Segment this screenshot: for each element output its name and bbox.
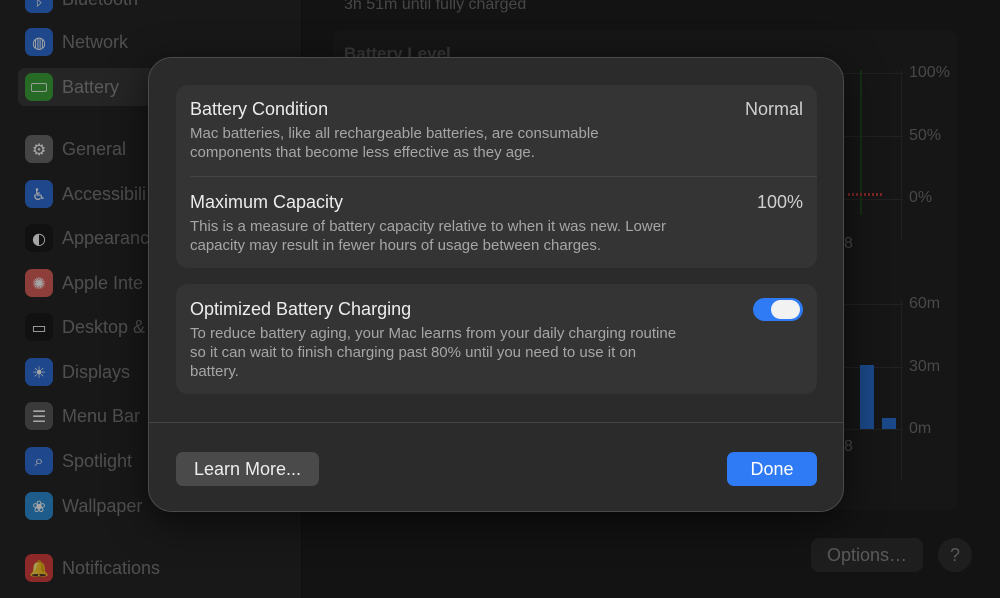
battery-condition-desc-line2: components that become less effective as… <box>190 144 535 161</box>
battery-health-group: Battery Condition Normal Mac batteries, … <box>176 85 817 268</box>
learn-more-button[interactable]: Learn More... <box>176 452 319 486</box>
optimized-charging-toggle[interactable] <box>753 298 803 321</box>
optimized-charging-desc-line3: battery. <box>190 363 239 380</box>
battery-health-sheet: Battery Condition Normal Mac batteries, … <box>148 57 844 512</box>
group-divider <box>190 176 817 177</box>
optimized-charging-title: Optimized Battery Charging <box>190 299 412 319</box>
done-button[interactable]: Done <box>727 452 817 486</box>
maximum-capacity-desc-line1: This is a measure of battery capacity re… <box>190 218 667 235</box>
battery-condition-title: Battery Condition <box>190 99 329 119</box>
sheet-footer-divider <box>149 422 843 423</box>
battery-condition-desc-line1: Mac batteries, like all rechargeable bat… <box>190 125 599 142</box>
toggle-knob <box>771 300 800 319</box>
maximum-capacity-value: 100% <box>756 192 803 212</box>
maximum-capacity-title: Maximum Capacity <box>190 192 344 212</box>
optimized-charging-desc-line2: so it can wait to finish charging past 8… <box>190 344 637 361</box>
optimized-charging-desc-line1: To reduce battery aging, your Mac learns… <box>190 325 677 342</box>
optimized-charging-group: Optimized Battery Charging To reduce bat… <box>176 284 817 394</box>
battery-condition-value: Normal <box>744 99 803 119</box>
maximum-capacity-desc-line2: capacity may result in fewer hours of us… <box>190 237 602 254</box>
